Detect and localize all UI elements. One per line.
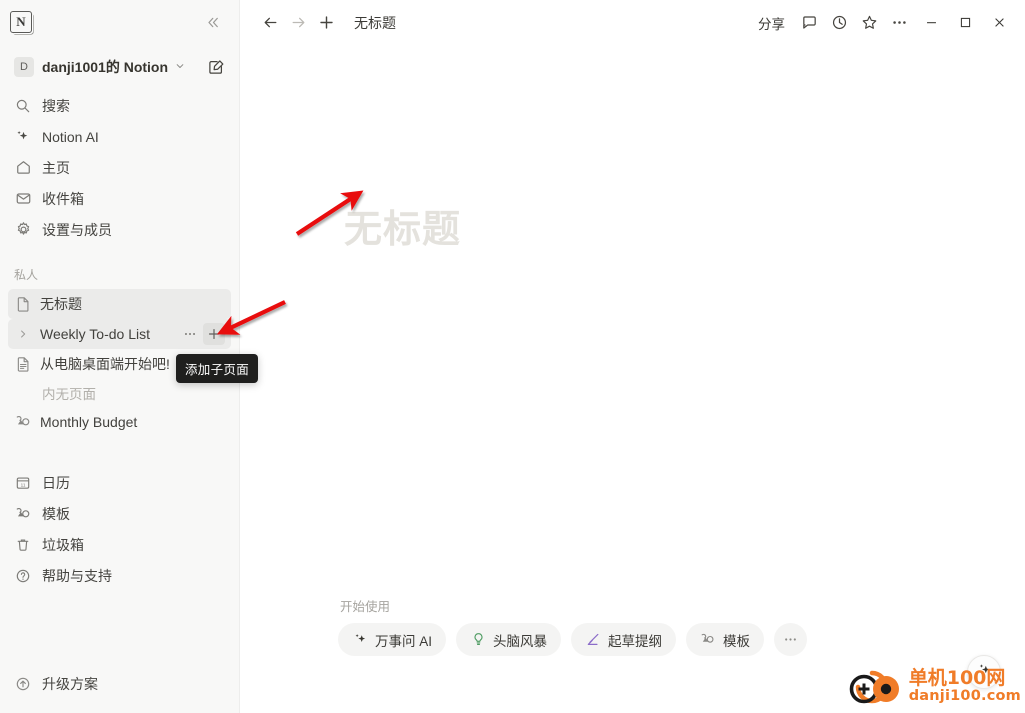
page-more-options-icon[interactable] [885,9,913,37]
pill-ask-ai[interactable]: 万事问 AI [338,623,447,656]
page-title-placeholder[interactable]: 无标题 [344,208,461,254]
sidebar-page-untitled[interactable]: 无标题 [8,289,231,319]
pen-icon [585,632,601,648]
sparkle-icon [14,128,32,146]
forward-button[interactable] [284,9,312,37]
sidebar-page-label: 无标题 [40,296,82,312]
sidebar-topbar: N [0,0,239,44]
pill-label: 头脑风暴 [493,633,548,649]
sidebar-item-search[interactable]: 搜索 [8,90,231,121]
minimize-window-button[interactable] [915,8,947,38]
main-area: 无标题 分享 无标题 开始使用 万事问 AI 头脑风暴 起草提纲 模板 [240,0,1025,713]
page-row-actions [179,323,225,345]
notion-ai-floating-button[interactable] [967,655,1001,689]
history-clock-icon[interactable] [825,9,853,37]
gear-icon [14,221,32,239]
sidebar-item-label: 升级方案 [42,675,98,692]
sidebar-item-label: 主页 [42,159,70,176]
page-icon [14,296,32,312]
template-icon [14,414,32,430]
sidebar-bottom: 升级方案 [0,668,239,713]
share-button[interactable]: 分享 [750,8,793,38]
pill-label: 模板 [723,633,751,649]
sidebar-page-label: Monthly Budget [40,414,138,430]
pill-brainstorm[interactable]: 头脑风暴 [456,623,562,656]
getting-started-label: 开始使用 [340,600,391,614]
sidebar-item-label: 日历 [42,474,70,491]
sidebar-secondary-nav: 11 日历 模板 垃圾箱 帮助与支持 [0,465,239,591]
private-section-label: 私人 [14,267,39,282]
document-body: 无标题 开始使用 万事问 AI 头脑风暴 起草提纲 模板 [240,45,1025,713]
pill-more-options[interactable] [774,623,808,656]
breadcrumb[interactable]: 无标题 [348,10,402,36]
workspace-avatar: D [14,57,34,77]
calendar-icon: 11 [14,474,32,492]
sidebar-item-upgrade[interactable]: 升级方案 [8,668,231,699]
home-icon [14,159,32,177]
collapse-sidebar-icon[interactable] [201,10,225,34]
page-lines-icon [14,356,32,372]
sparkle-icon [352,632,368,648]
sidebar-item-label: Notion AI [42,128,99,145]
search-icon [14,97,32,115]
top-bar: 无标题 分享 [240,0,1025,45]
top-bar-right: 分享 [750,8,1015,38]
sidebar-item-trash[interactable]: 垃圾箱 [8,529,231,560]
sidebar-page-label: Weekly To-do List [40,326,150,342]
add-subpage-tooltip: 添加子页面 [176,354,259,383]
sidebar-primary-nav: 搜索 Notion AI 主页 收件箱 设置与成员 [0,88,239,245]
sidebar-item-templates[interactable]: 模板 [8,498,231,529]
chevron-down-icon [175,61,185,73]
sidebar-item-calendar[interactable]: 11 日历 [8,467,231,498]
svg-text:11: 11 [21,482,26,487]
notion-logo-icon: N [10,11,32,33]
sidebar-item-settings[interactable]: 设置与成员 [8,214,231,245]
sidebar-item-label: 帮助与支持 [42,567,112,584]
sidebar-page-weekly-todo-list[interactable]: Weekly To-do List [8,319,231,349]
empty-children-label: 内无页面 [42,387,96,402]
new-page-button[interactable] [312,9,340,37]
notion-logo-letter: N [16,14,26,29]
page-more-options-icon[interactable] [179,323,201,345]
back-button[interactable] [256,9,284,37]
upgrade-icon [14,675,32,693]
chevron-right-icon[interactable] [14,329,32,339]
trash-icon [14,536,32,554]
close-window-button[interactable] [983,8,1015,38]
help-icon [14,567,32,585]
template-icon [14,505,32,523]
sidebar: N D danji1001的 Notion 搜索 Notion AI 主页 收件… [0,0,259,713]
sidebar-item-label: 设置与成员 [42,221,112,238]
template-icon [700,632,716,648]
sidebar-item-label: 收件箱 [42,190,84,207]
pill-draft-outline[interactable]: 起草提纲 [571,623,677,656]
workspace-name: danji1001的 Notion [42,59,169,75]
sidebar-item-label: 模板 [42,505,70,522]
sidebar-item-label: 垃圾箱 [42,536,84,553]
maximize-window-button[interactable] [949,8,981,38]
sparkle-icon [976,661,993,683]
notion-app-window: N D danji1001的 Notion 搜索 Notion AI 主页 收件… [0,0,1025,713]
sidebar-item-inbox[interactable]: 收件箱 [8,183,231,214]
sidebar-item-help[interactable]: 帮助与支持 [8,560,231,591]
sidebar-item-home[interactable]: 主页 [8,152,231,183]
pill-templates[interactable]: 模板 [686,623,765,656]
workspace-switcher[interactable]: D danji1001的 Notion [8,52,231,82]
comment-icon[interactable] [795,9,823,37]
sidebar-item-label: 搜索 [42,97,70,114]
lightbulb-icon [470,632,486,648]
add-subpage-icon[interactable] [203,323,225,345]
sidebar-page-monthly-budget[interactable]: Monthly Budget [8,407,231,437]
quick-action-pills: 万事问 AI 头脑风暴 起草提纲 模板 [338,623,808,656]
favorite-star-icon[interactable] [855,9,883,37]
inbox-icon [14,190,32,208]
sidebar-item-notion-ai[interactable]: Notion AI [8,121,231,152]
pill-label: 起草提纲 [608,633,663,649]
pill-label: 万事问 AI [375,633,433,649]
compose-icon[interactable] [208,59,225,76]
